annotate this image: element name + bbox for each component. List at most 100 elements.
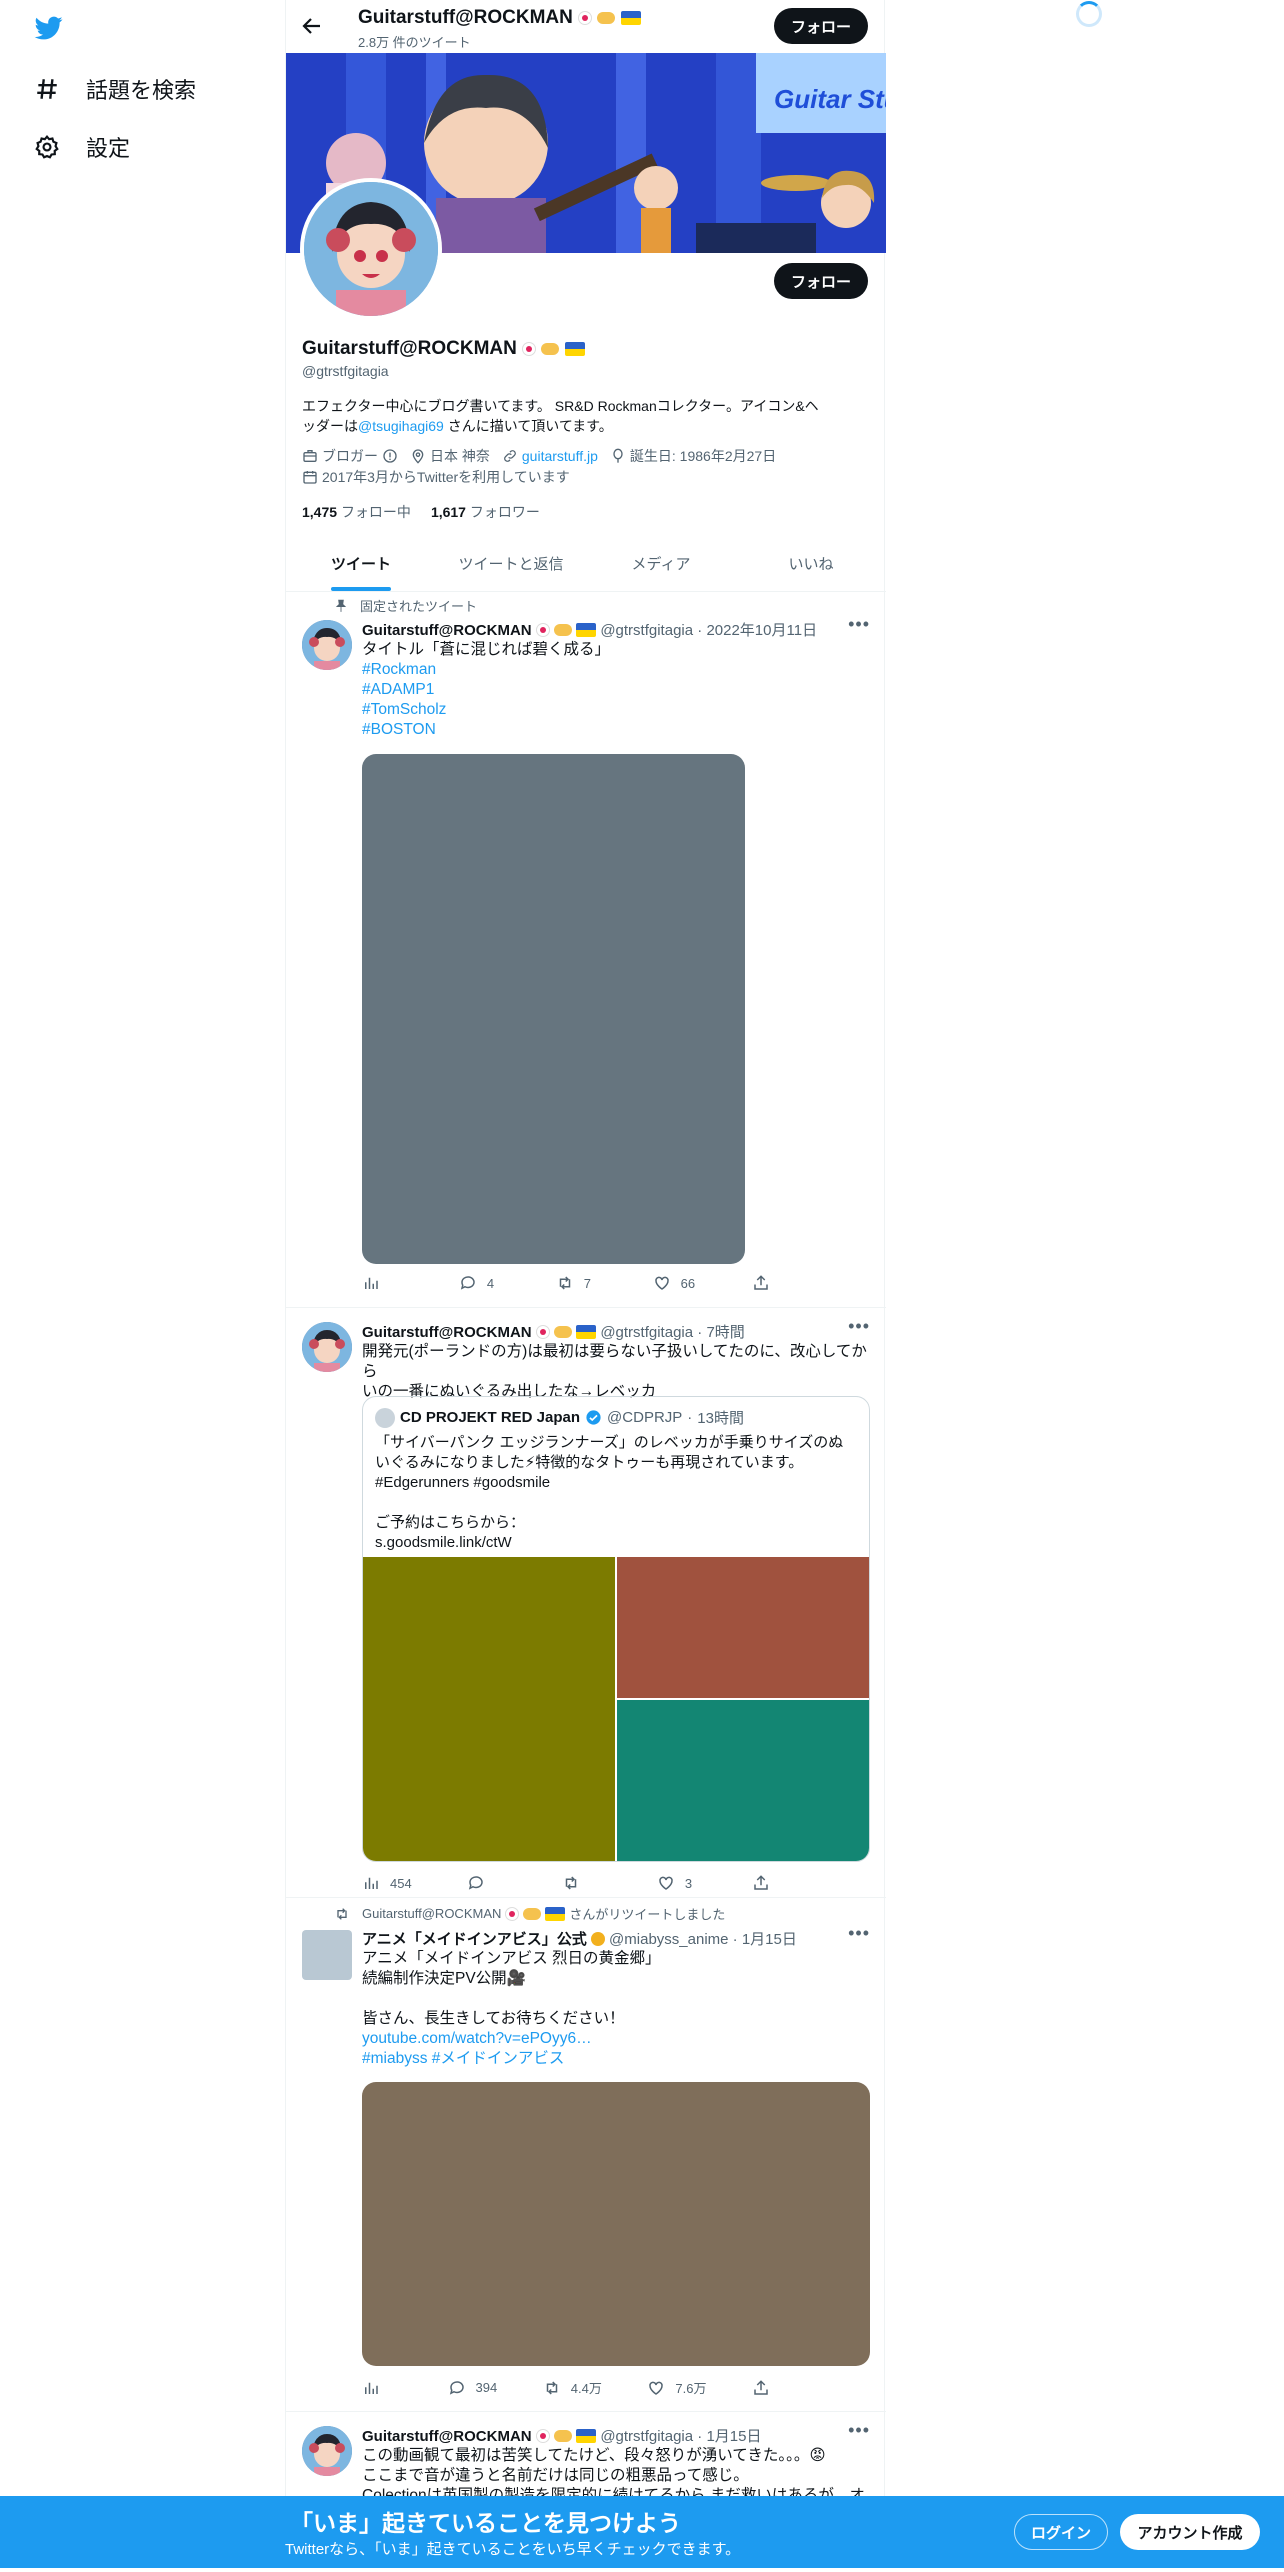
- japan-flag-icon: [535, 1325, 550, 1339]
- heart-icon: [649, 2381, 664, 2395]
- info-icon[interactable]: [382, 448, 398, 464]
- share-button[interactable]: [752, 1874, 792, 1892]
- youtube-link[interactable]: youtube.com/watch?v=ePOyy6…: [362, 2029, 870, 2049]
- tweet-time[interactable]: 7時間: [706, 1324, 744, 1341]
- tweet-media[interactable]: [362, 2082, 870, 2366]
- quoted-author-name: CD PROJEKT RED Japan: [400, 1409, 581, 1426]
- tweet-text: アニメ「メイドインアビス 烈日の黄金郷」 続編制作決定PV公開🎥 皆さん、長生き…: [362, 1949, 870, 2069]
- nav-explore-label: 話題を検索: [86, 78, 197, 103]
- quoted-media-2[interactable]: [617, 1557, 869, 1698]
- tab-tweets-replies[interactable]: ツイートと返信: [436, 536, 586, 591]
- hashtag-link[interactable]: #Rockman: [362, 660, 870, 680]
- profile-name: Guitarstuff@ROCKMAN: [302, 338, 585, 360]
- tweet-author-name[interactable]: Guitarstuff@ROCKMAN: [362, 622, 532, 639]
- avatar[interactable]: [302, 2426, 352, 2476]
- tweet-handle[interactable]: @gtrstfgitagia: [600, 2428, 693, 2445]
- link-icon: [503, 450, 516, 462]
- more-icon[interactable]: •••: [848, 1316, 870, 1337]
- bio-line-1: エフェクター中心にブログ書いてます。 SR&D Rockmanコレクター。アイコ…: [302, 398, 819, 414]
- reply-button[interactable]: 4: [459, 1274, 499, 1292]
- retweet-button[interactable]: 4.4万: [543, 2378, 602, 2397]
- profile-follow-button[interactable]: フォロー: [774, 263, 868, 299]
- tweet-handle[interactable]: @gtrstfgitagia: [600, 622, 693, 639]
- tab-likes[interactable]: いいね: [736, 536, 886, 591]
- profile-joined: 2017年3月からTwitterを利用しています: [322, 469, 570, 485]
- more-icon[interactable]: •••: [848, 1923, 870, 1944]
- tweet-time[interactable]: 2022年10月11日: [706, 622, 817, 639]
- quoted-tweet[interactable]: CD PROJEKT RED Japan @CDPRJP · 13時間 「サイバーパ…: [362, 1396, 870, 1862]
- tweet-quote[interactable]: Guitarstuff@ROCKMAN @gtrstfgitagia · 7時間…: [286, 1308, 886, 1898]
- hashtag-link[interactable]: #BOSTON: [362, 720, 870, 740]
- like-button[interactable]: 66: [653, 1274, 695, 1292]
- ukraine-flag-icon: [620, 11, 641, 25]
- views-button[interactable]: [362, 1274, 402, 1292]
- back-arrow-icon[interactable]: [300, 14, 326, 40]
- tweet-handle[interactable]: @miabyss_anime: [609, 1931, 728, 1948]
- profile-follow-stats: 1,475 フォロー中 1,617 フォロワー: [302, 502, 540, 522]
- profile-meta-row: ブロガー 日本 神奈 guitarstuff.jp 誕生日: 1986年2月27…: [302, 446, 776, 466]
- nav-settings[interactable]: 設定: [34, 131, 130, 163]
- retweet-button[interactable]: 7: [556, 1274, 596, 1292]
- tweet-actions: 394 4.4万 7.6万: [362, 2378, 792, 2397]
- profile-category: ブロガー: [322, 448, 378, 464]
- like-button[interactable]: 3: [657, 1874, 697, 1892]
- views-button[interactable]: 454: [362, 1874, 412, 1892]
- avatar[interactable]: [302, 620, 352, 670]
- avatar[interactable]: [302, 1930, 352, 1980]
- retweeter-name[interactable]: Guitarstuff@ROCKMAN: [362, 1906, 501, 1921]
- chart-icon: [365, 1877, 378, 1889]
- tab-tweets[interactable]: ツイート: [286, 536, 436, 591]
- hashtag-link[interactable]: #miabyss #メイドインアビス: [362, 2049, 870, 2069]
- japan-flag-icon: [578, 11, 593, 25]
- share-icon: [754, 2379, 768, 2395]
- share-button[interactable]: [752, 2379, 792, 2397]
- tab-media[interactable]: メディア: [586, 536, 736, 591]
- tweet-time[interactable]: 1月15日: [706, 2428, 761, 2445]
- heart-icon: [654, 1276, 669, 1290]
- profile-location: 日本 神奈: [430, 448, 490, 464]
- hashtag-link[interactable]: #TomScholz: [362, 700, 870, 720]
- tweet-author-name[interactable]: Guitarstuff@ROCKMAN: [362, 2428, 532, 2445]
- signup-button[interactable]: アカウント作成: [1120, 2514, 1260, 2550]
- bio-mention-link[interactable]: @tsugihagi69: [358, 418, 444, 434]
- briefcase-icon: [303, 450, 317, 462]
- tweet-author-name[interactable]: Guitarstuff@ROCKMAN: [362, 1324, 532, 1341]
- more-icon[interactable]: •••: [848, 2420, 870, 2441]
- tweet-handle[interactable]: @gtrstfgitagia: [600, 1324, 693, 1341]
- reply-button[interactable]: [467, 1874, 507, 1892]
- login-button[interactable]: ログイン: [1014, 2514, 1108, 2550]
- handshake-icon: [541, 343, 560, 355]
- profile-avatar[interactable]: [300, 178, 442, 320]
- following-link[interactable]: 1,475 フォロー中: [302, 502, 411, 522]
- retweet-suffix: さんがリツイートしました: [569, 1907, 726, 1922]
- header-follow-button[interactable]: フォロー: [774, 8, 868, 44]
- more-icon[interactable]: •••: [848, 614, 870, 635]
- tweet-author-name[interactable]: アニメ「メイドインアビス」公式: [362, 1931, 587, 1948]
- twitter-logo-icon[interactable]: [34, 14, 64, 42]
- profile-url-link[interactable]: guitarstuff.jp: [522, 448, 598, 464]
- ukraine-flag-icon: [545, 1906, 566, 1921]
- reply-icon: [468, 1876, 483, 1890]
- chart-icon: [365, 1277, 378, 1289]
- hashtag-link[interactable]: #ADAMP1: [362, 680, 870, 700]
- profile-bio: エフェクター中心にブログ書いてます。 SR&D Rockmanコレクター。アイコ…: [302, 396, 872, 436]
- views-button[interactable]: [362, 2379, 402, 2397]
- like-button[interactable]: 7.6万: [647, 2378, 706, 2397]
- reply-button[interactable]: 394: [448, 2379, 497, 2397]
- chart-icon: [365, 2382, 378, 2394]
- tweet-pinned[interactable]: 固定されたツイート Guitarstuff@ROCKMAN @gtrstfgit…: [286, 592, 886, 1308]
- retweet-button[interactable]: [562, 1874, 602, 1892]
- quoted-time: 13時間: [697, 1410, 744, 1427]
- followers-link[interactable]: 1,617 フォロワー: [431, 502, 540, 522]
- share-button[interactable]: [752, 1274, 792, 1292]
- quoted-media-1[interactable]: [363, 1557, 615, 1861]
- tweet-retweeted[interactable]: Guitarstuff@ROCKMAN さんがリツイートしました アニメ「メイド…: [286, 1898, 886, 2412]
- tweet-header: Guitarstuff@ROCKMAN @gtrstfgitagia · 202…: [362, 622, 818, 639]
- retweet-icon: [565, 1876, 577, 1890]
- tweet-time[interactable]: 1月15日: [742, 1931, 797, 1948]
- calendar-icon: [303, 471, 317, 484]
- quoted-media-3[interactable]: [617, 1700, 869, 1861]
- avatar[interactable]: [302, 1322, 352, 1372]
- nav-explore[interactable]: 話題を検索: [34, 73, 196, 105]
- tweet-media[interactable]: [362, 754, 745, 1264]
